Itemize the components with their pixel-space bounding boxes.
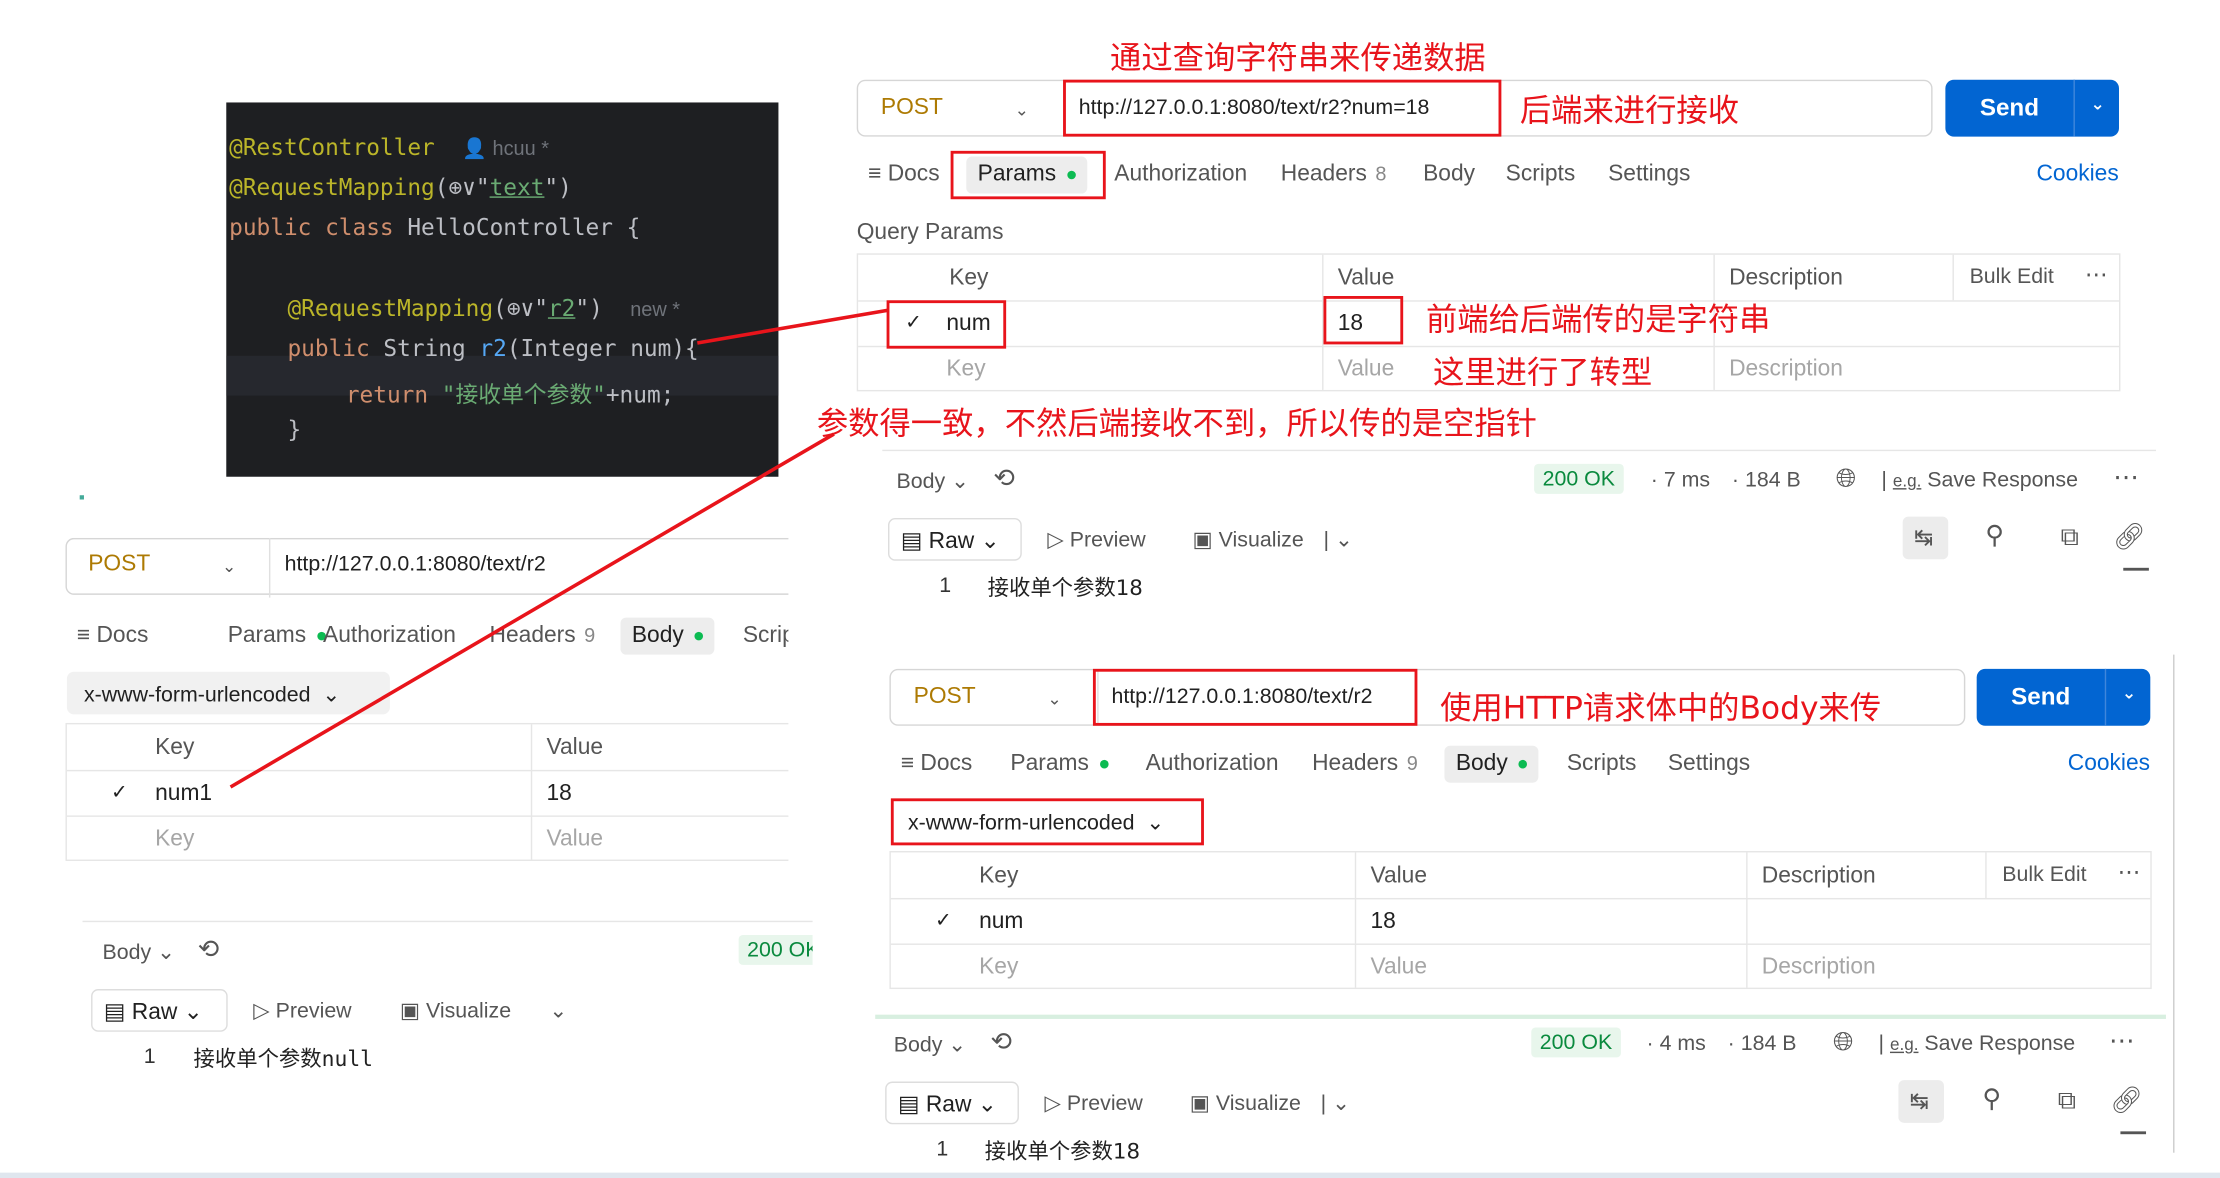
arrow-line-param — [697, 308, 889, 345]
arrow-line-mismatch — [229, 432, 835, 789]
screenshot-canvas: @RestController 👤 hcuu * @RequestMapping… — [0, 0, 2220, 1178]
annotation-lines — [229, 308, 889, 789]
